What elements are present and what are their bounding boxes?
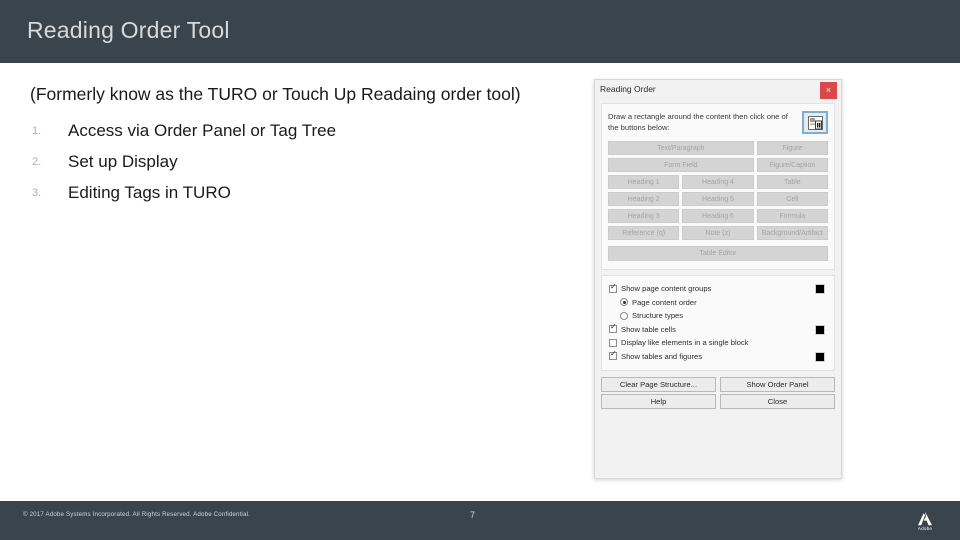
tag-button[interactable]: Cell xyxy=(756,192,828,206)
instruction-text: Draw a rectangle around the content then… xyxy=(608,112,788,132)
radio-radio-control[interactable] xyxy=(620,311,628,320)
list-item-label: Set up Display xyxy=(68,151,178,171)
option-label: Show table cells xyxy=(621,324,676,334)
dialog-action-button[interactable]: Show Order Panel xyxy=(720,377,835,392)
tag-button[interactable]: Heading 2 xyxy=(608,192,680,206)
page-title: Reading Order Tool xyxy=(27,17,230,43)
dialog-action-button[interactable]: Clear Page Structure... xyxy=(601,377,716,392)
tag-button[interactable]: Formula xyxy=(756,209,828,223)
instruction-row: Draw a rectangle around the content then… xyxy=(608,111,828,134)
checkbox-control[interactable] xyxy=(609,323,617,334)
list-item: 2. Set up Display xyxy=(30,146,590,177)
list-item-label: Access via Order Panel or Tag Tree xyxy=(68,120,337,140)
tag-button[interactable]: Table xyxy=(756,175,828,189)
table-editor-button[interactable]: Table Editor xyxy=(608,246,828,261)
option-label: Page content order xyxy=(632,297,697,307)
tag-button[interactable]: Heading 4 xyxy=(682,175,754,189)
radio-radio-control[interactable] xyxy=(620,298,628,307)
option-row: Show page content groups xyxy=(609,282,827,296)
page-number: 7 xyxy=(470,510,476,520)
color-swatch[interactable] xyxy=(815,351,825,362)
option-row: Structure types xyxy=(609,309,827,323)
dialog-options-panel: Show page content groups Page content ord… xyxy=(601,275,835,371)
option-label: Structure types xyxy=(632,311,684,321)
list-item-label: Editing Tags in TURO xyxy=(68,182,231,202)
tag-button-grid: Text/Paragraph Figure Form Field Figure/Cap… xyxy=(608,141,828,240)
tag-button[interactable]: Heading 1 xyxy=(608,175,680,189)
option-row: Display like elements in a single block xyxy=(609,336,827,350)
tag-button[interactable]: Figure xyxy=(756,141,828,155)
tag-button[interactable]: Heading 6 xyxy=(682,209,754,223)
option-label: Show page content groups xyxy=(621,284,712,294)
tag-button[interactable]: Reference (q) xyxy=(608,226,680,240)
list-item-marker: 3. xyxy=(32,186,42,199)
option-label: Display like elements in a single block xyxy=(621,338,749,348)
list-item: 3. Editing Tags in TURO xyxy=(30,177,590,208)
dialog-titlebar: Reading Order × xyxy=(595,80,841,101)
tag-button[interactable]: Text/Paragraph xyxy=(608,141,754,155)
tag-button[interactable]: Figure/Caption xyxy=(756,158,828,172)
numbered-list: 1. Access via Order Panel or Tag Tree 2. Se… xyxy=(30,115,590,208)
list-item-marker: 2. xyxy=(32,155,42,168)
checkbox-control[interactable] xyxy=(609,283,617,293)
option-row: Show table cells xyxy=(609,323,827,337)
reading-order-dialog: Reading Order × Draw a rectangle around … xyxy=(594,79,842,479)
dialog-title: Reading Order xyxy=(600,84,656,94)
adobe-wordmark: Adobe xyxy=(917,526,933,532)
option-label: Show tables and figures xyxy=(621,351,703,361)
color-swatch[interactable] xyxy=(815,324,825,335)
slide-subtitle: (Formerly know as the TURO or Touch Up R… xyxy=(30,84,521,104)
tag-button[interactable]: Heading 5 xyxy=(682,192,754,206)
slide: Reading Order Tool (Formerly know as the… xyxy=(0,0,960,540)
adobe-logo: Adobe xyxy=(912,508,938,534)
option-row: Page content order xyxy=(609,296,827,310)
dialog-footer-buttons: Clear Page Structure... Show Order Panel H… xyxy=(601,377,835,409)
checkbox-control[interactable] xyxy=(609,338,617,347)
list-item: 1. Access via Order Panel or Tag Tree xyxy=(30,115,590,146)
close-icon[interactable]: × xyxy=(820,82,837,99)
option-row: Show tables and figures xyxy=(609,350,827,364)
color-swatch[interactable] xyxy=(815,284,825,294)
checkbox-control[interactable] xyxy=(609,350,617,361)
table-editor-row: Table Editor xyxy=(608,246,828,261)
slide-footer-bar xyxy=(0,501,960,540)
list-item-marker: 1. xyxy=(32,124,42,137)
tag-button[interactable]: Background/Artifact xyxy=(756,226,828,240)
tag-button[interactable]: Heading 3 xyxy=(608,209,680,223)
reading-order-tool-icon[interactable] xyxy=(802,111,828,134)
copyright-text: © 2017 Adobe Systems Incorporated. All R… xyxy=(23,511,250,518)
tag-button[interactable]: Note (z) xyxy=(682,226,754,240)
dialog-tagging-panel: Draw a rectangle around the content then… xyxy=(601,103,835,270)
dialog-action-button[interactable]: Help xyxy=(601,394,716,409)
dialog-action-button[interactable]: Close xyxy=(720,394,835,409)
tag-button[interactable]: Form Field xyxy=(608,158,754,172)
